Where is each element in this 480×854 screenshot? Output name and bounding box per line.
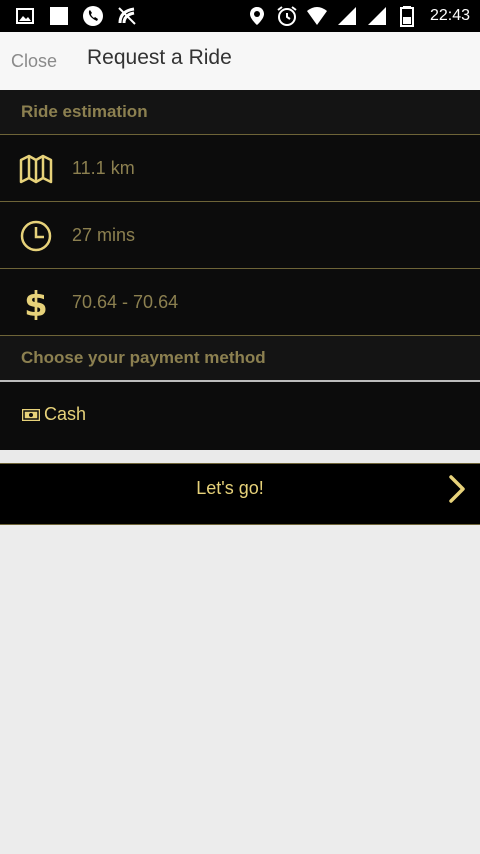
square-icon [50,7,68,25]
price-row: $ 70.64 - 70.64 [0,269,480,336]
gallery-icon [16,8,34,24]
payment-method-title: Choose your payment method [21,348,266,367]
close-button[interactable]: Close [11,51,57,72]
cell-signal-icon [337,7,356,25]
ride-estimation-header: Ride estimation [0,90,480,135]
signal-off-icon [118,7,136,25]
ride-estimation-title: Ride estimation [21,102,148,121]
distance-row: 11.1 km [0,135,480,202]
wifi-icon [306,7,327,25]
distance-value: 11.1 km [72,158,135,178]
battery-icon [399,6,414,27]
status-time: 22:43 [429,7,470,24]
header-bar: Close Request a Ride [0,32,480,90]
cash-label: Cash [44,404,87,424]
payment-method-header: Choose your payment method [0,336,480,381]
location-icon [249,7,264,25]
status-left-icons [14,5,138,27]
divider [0,450,480,463]
dollar-icon: $ [24,286,48,320]
payment-option-cash[interactable]: Cash [0,380,480,450]
lets-go-label: Let's go! [196,478,264,498]
phone-icon [83,6,103,26]
page-title: Request a Ride [87,46,232,69]
clock-icon [20,220,52,252]
status-right-icons: 22:43 [246,5,470,27]
map-icon [19,154,53,184]
duration-row: 27 mins [0,202,480,269]
svg-text:$: $ [24,286,48,320]
cash-icon [22,409,40,421]
price-value: 70.64 - 70.64 [72,292,179,312]
cell-signal-icon [367,7,386,25]
ride-panel: Ride estimation 11.1 km 27 mins $ 70.64 … [0,90,480,450]
alarm-icon [277,6,297,26]
status-bar: 22:43 [0,0,480,32]
lets-go-button[interactable]: Let's go! [0,463,480,525]
duration-value: 27 mins [72,225,136,245]
chevron-right-icon [449,475,465,503]
